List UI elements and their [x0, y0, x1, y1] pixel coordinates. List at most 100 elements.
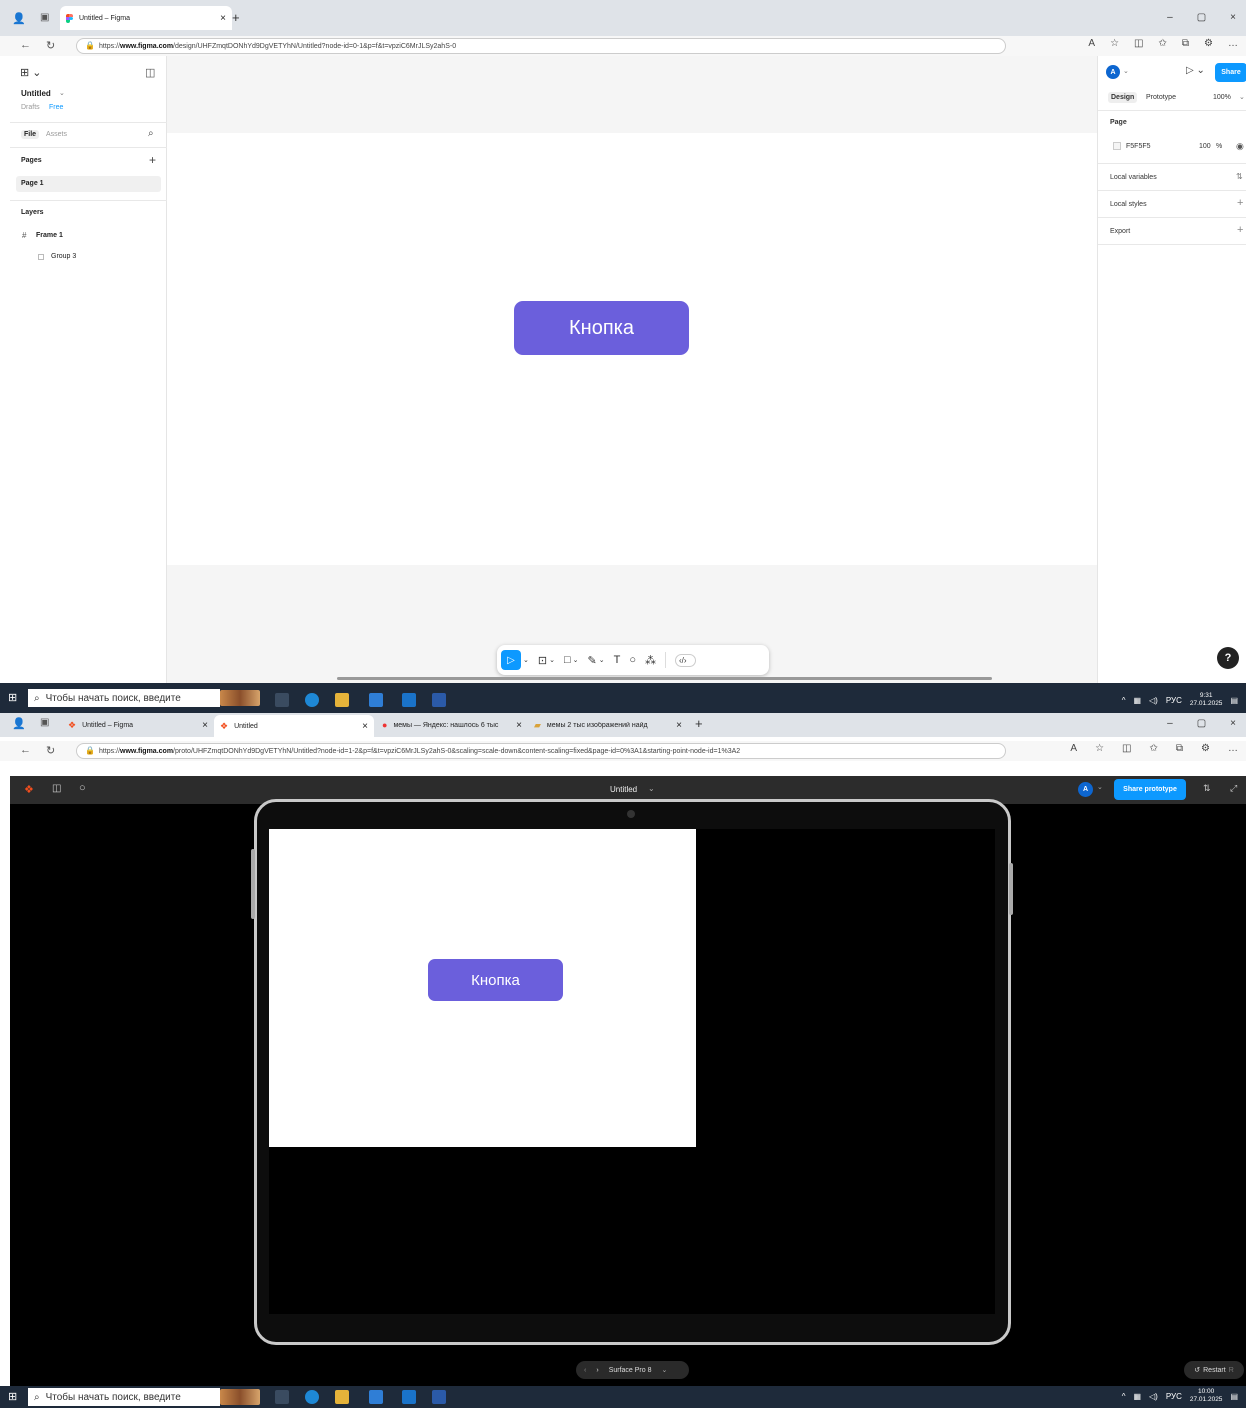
- notifications-icon[interactable]: ▤: [1230, 1392, 1238, 1401]
- figma-menu-icon[interactable]: ⊞ ⌄: [20, 66, 42, 79]
- color-swatch[interactable]: [1113, 142, 1121, 150]
- layer-group-3[interactable]: Group 3: [51, 253, 76, 260]
- variables-icon[interactable]: ⇅: [1236, 172, 1243, 181]
- add-style-icon[interactable]: +: [1237, 197, 1243, 209]
- split-screen-icon[interactable]: ◫: [1122, 743, 1131, 754]
- prev-icon[interactable]: ‹: [584, 1367, 586, 1374]
- minimize-button[interactable]: –: [1167, 718, 1173, 729]
- task-view-icon[interactable]: [275, 1390, 289, 1404]
- figma-logo-icon[interactable]: ❖: [24, 783, 34, 796]
- file-name[interactable]: Untitled: [21, 89, 51, 98]
- tab-prototype[interactable]: Prototype: [1146, 94, 1176, 101]
- browser-tab[interactable]: ▰ мемы 2 тыс изображений найд ×: [528, 715, 688, 735]
- components-icon[interactable]: ⁂: [645, 654, 656, 667]
- news-widget-icon[interactable]: [220, 690, 260, 706]
- zoom-level[interactable]: 100%: [1213, 94, 1231, 101]
- help-button[interactable]: ?: [1217, 647, 1239, 669]
- close-icon[interactable]: ×: [516, 720, 522, 731]
- add-export-icon[interactable]: +: [1237, 224, 1243, 236]
- chevron-down-icon[interactable]: ⌄: [523, 656, 529, 664]
- mail-icon[interactable]: [402, 1390, 416, 1404]
- dev-mode-toggle-icon[interactable]: ‹/›: [674, 653, 696, 667]
- language-indicator[interactable]: РУС: [1166, 1392, 1182, 1401]
- rectangle-tool-icon[interactable]: □: [564, 654, 571, 666]
- local-styles[interactable]: Local styles: [1110, 201, 1147, 208]
- back-icon[interactable]: ←: [20, 744, 31, 756]
- clock[interactable]: 9:31 27.01.2025: [1190, 692, 1223, 708]
- chevron-down-icon[interactable]: ⌄: [549, 656, 555, 664]
- sidebar-toggle-icon[interactable]: ◫: [52, 783, 61, 794]
- layer-frame-1[interactable]: Frame 1: [36, 232, 63, 239]
- chevron-down-icon[interactable]: ⌄: [648, 784, 655, 793]
- restart-button[interactable]: ↺ Restart R: [1184, 1361, 1244, 1379]
- refresh-icon[interactable]: ↻: [46, 744, 55, 757]
- fullscreen-icon[interactable]: ⤢: [1230, 783, 1237, 794]
- restore-button[interactable]: ▢: [1197, 12, 1206, 23]
- panel-toggle-icon[interactable]: ◫: [145, 66, 155, 79]
- store-icon[interactable]: [369, 693, 383, 707]
- chevron-down-icon[interactable]: ⌄: [1239, 93, 1245, 101]
- clock[interactable]: 10:00 27.01.2025: [1190, 1388, 1223, 1404]
- taskbar-search[interactable]: ⌕ Чтобы начать поиск, введите: [28, 689, 220, 707]
- eye-icon[interactable]: ◉: [1236, 141, 1244, 152]
- windows-start-icon[interactable]: ⊞: [8, 691, 17, 704]
- text-tool-icon[interactable]: T: [614, 654, 621, 666]
- mail-icon[interactable]: [402, 693, 416, 707]
- comment-icon[interactable]: ○: [79, 782, 86, 794]
- chevron-down-icon[interactable]: ⌄: [662, 1366, 668, 1374]
- tab-actions-icon[interactable]: ▣: [40, 717, 49, 728]
- browser-tab-active[interactable]: ❖ Untitled ×: [214, 715, 374, 737]
- chevron-down-icon[interactable]: ⌄: [599, 656, 605, 664]
- close-window-button[interactable]: ×: [1230, 12, 1236, 23]
- prototype-button[interactable]: Кнопка: [428, 959, 563, 1001]
- tab-assets[interactable]: Assets: [46, 131, 67, 138]
- collections-icon[interactable]: ⧉: [1176, 743, 1183, 754]
- taskbar-search[interactable]: ⌕ Чтобы начать поиск, введите: [28, 1388, 220, 1406]
- pen-tool-icon[interactable]: ✎: [588, 654, 597, 667]
- extensions-icon[interactable]: ⚙: [1204, 38, 1213, 49]
- chevron-down-icon[interactable]: ⌄: [573, 656, 579, 664]
- read-aloud-icon[interactable]: A: [1070, 743, 1077, 754]
- local-variables[interactable]: Local variables: [1110, 174, 1157, 181]
- file-explorer-icon[interactable]: [335, 1390, 349, 1404]
- language-indicator[interactable]: РУС: [1166, 696, 1182, 705]
- favorite-icon[interactable]: ☆: [1095, 743, 1104, 754]
- volume-icon[interactable]: ◁): [1149, 1392, 1158, 1401]
- read-aloud-icon[interactable]: A: [1088, 38, 1095, 49]
- url-input[interactable]: 🔒 https://www.figma.com/design/UHFZmqtDO…: [76, 38, 1006, 54]
- present-icon[interactable]: ▷ ⌄: [1186, 65, 1205, 76]
- network-icon[interactable]: ▦: [1133, 696, 1141, 705]
- volume-icon[interactable]: ◁): [1149, 696, 1158, 705]
- favorites-icon[interactable]: ✩: [1150, 743, 1158, 754]
- close-icon[interactable]: ×: [202, 720, 208, 731]
- network-icon[interactable]: ▦: [1133, 1392, 1141, 1401]
- extensions-icon[interactable]: ⚙: [1201, 743, 1210, 754]
- canvas-button[interactable]: Кнопка: [514, 301, 689, 355]
- collections-icon[interactable]: ⧉: [1182, 38, 1189, 49]
- horizontal-scrollbar[interactable]: [337, 677, 992, 680]
- profile-icon[interactable]: 👤: [12, 717, 26, 730]
- word-icon[interactable]: [432, 1390, 446, 1404]
- close-window-button[interactable]: ×: [1230, 718, 1236, 729]
- export-label[interactable]: Export: [1110, 228, 1130, 235]
- chevron-down-icon[interactable]: ⌄: [1123, 67, 1129, 75]
- refresh-icon[interactable]: ↻: [46, 39, 55, 52]
- new-tab-button[interactable]: +: [695, 716, 703, 731]
- file-explorer-icon[interactable]: [335, 693, 349, 707]
- prototype-title[interactable]: Untitled: [610, 785, 637, 794]
- notifications-icon[interactable]: ▤: [1230, 696, 1238, 705]
- profile-icon[interactable]: 👤: [12, 12, 26, 25]
- task-view-icon[interactable]: [275, 693, 289, 707]
- page-item[interactable]: Page 1: [16, 176, 161, 192]
- favorite-icon[interactable]: ☆: [1110, 38, 1119, 49]
- device-switcher[interactable]: ‹ › Surface Pro 8 ⌄: [576, 1361, 689, 1379]
- url-input[interactable]: 🔒 https://www.figma.com/proto/UHFZmqtDON…: [76, 743, 1006, 759]
- search-icon[interactable]: ⌕: [148, 128, 154, 139]
- new-tab-button[interactable]: +: [232, 10, 240, 25]
- share-button[interactable]: Share: [1215, 63, 1246, 82]
- tray-chevron-icon[interactable]: ^: [1122, 1392, 1126, 1401]
- move-tool-icon[interactable]: ▷: [501, 650, 521, 670]
- chevron-down-icon[interactable]: ⌄: [1097, 783, 1103, 791]
- edge-icon[interactable]: [305, 1390, 319, 1404]
- tray-chevron-icon[interactable]: ^: [1122, 696, 1126, 705]
